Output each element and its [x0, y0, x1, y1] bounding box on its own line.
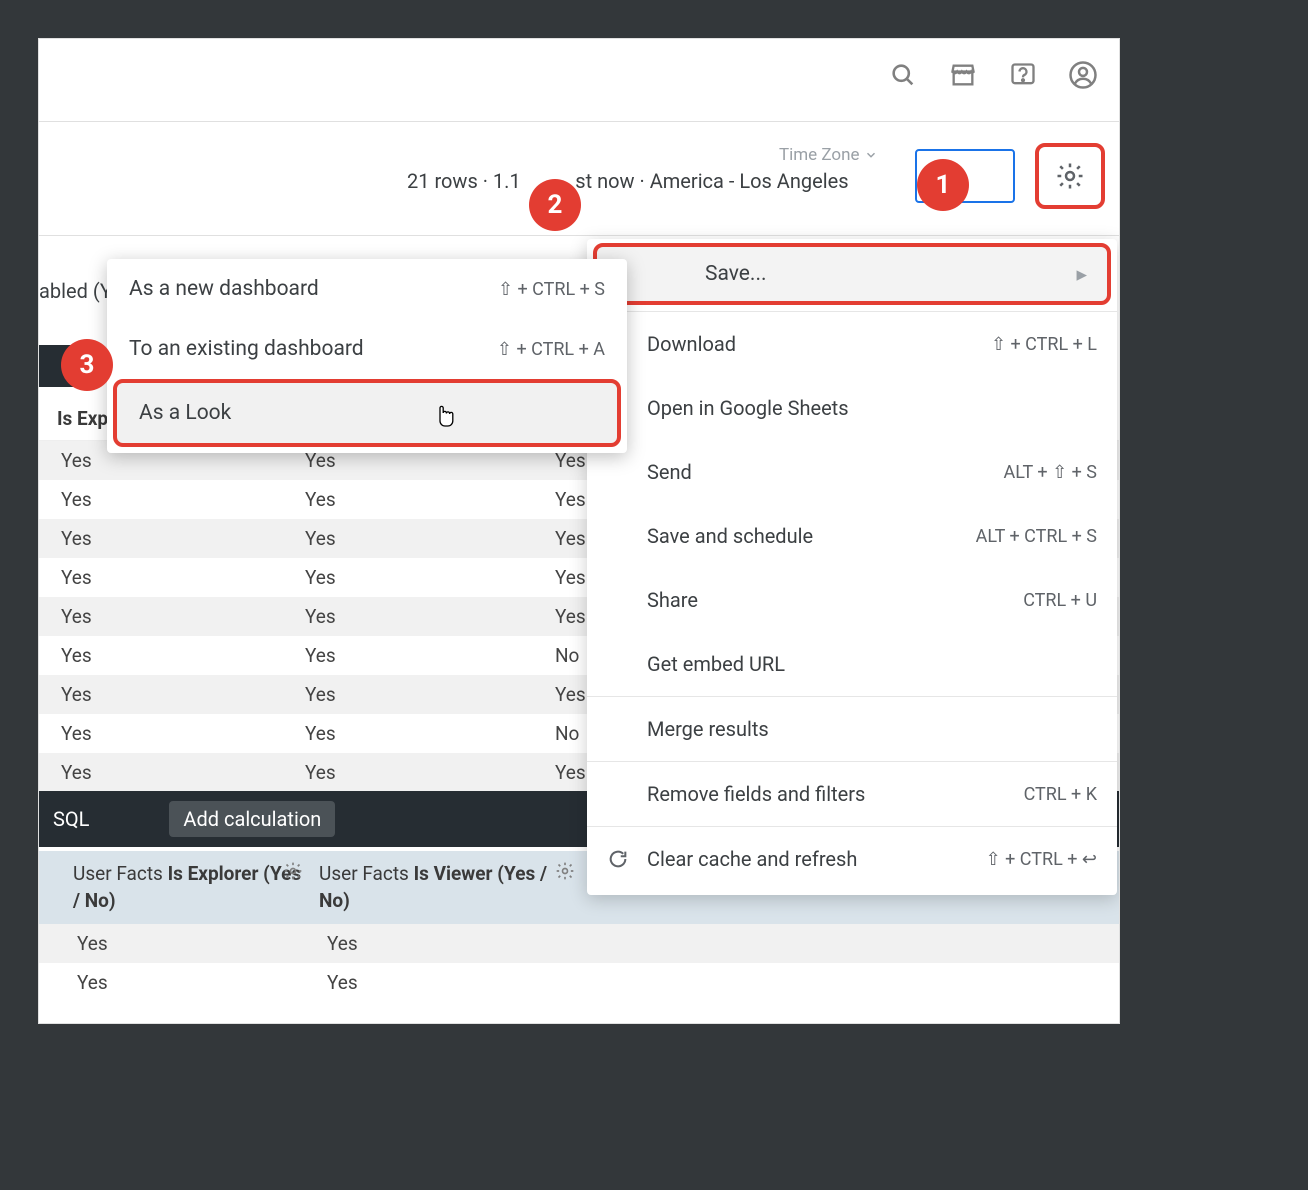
pointer-cursor-icon [433, 401, 457, 427]
menu-item-embed[interactable]: Get embed URL [587, 632, 1117, 696]
t2c2-prefix: User Facts [319, 862, 414, 885]
table2-body: YesYesYesYes [39, 924, 1119, 1002]
header-bottom-border [39, 235, 1119, 236]
existing-dash-shortcut: ⇧ + CTRL + A [497, 339, 605, 360]
save-schedule-shortcut: ALT + CTRL + S [976, 526, 1097, 547]
timezone-label-text: Time Zone [779, 145, 860, 165]
callout-2: 2 [529, 179, 581, 231]
new-dash-shortcut: ⇧ + CTRL + S [498, 279, 605, 300]
menu-item-merge[interactable]: Merge results [587, 697, 1117, 761]
table-row: YesYes [39, 924, 1119, 963]
table-row: YesYes [39, 963, 1119, 1002]
marketplace-icon[interactable] [947, 59, 979, 91]
chevron-right-icon: ▸ [1076, 262, 1087, 287]
header-divider [39, 121, 1119, 122]
menu-item-share[interactable]: Share CTRL + U [587, 568, 1117, 632]
app-window: Time Zone 21 rows · 1.1 st now · America… [38, 38, 1120, 1024]
remove-fields-label: Remove fields and filters [647, 782, 1024, 806]
clear-cache-shortcut: ⇧ + CTRL + ↩ [986, 849, 1097, 870]
gear-menu: Save... ▸ Download ⇧ + CTRL + L Open in … [587, 239, 1117, 895]
menu-item-save[interactable]: Save... ▸ [593, 243, 1111, 305]
submenu-existing-dashboard[interactable]: To an existing dashboard ⇧ + CTRL + A [107, 319, 627, 379]
as-look-label: As a Look [139, 401, 231, 425]
callout-3: 3 [61, 339, 113, 391]
bg-partial-text: abled (Y [39, 279, 112, 303]
callout-2-num: 2 [548, 190, 563, 220]
menu-item-send[interactable]: Send ALT + ⇧ + S [587, 440, 1117, 504]
status-rows: 21 rows · 1.1 [407, 169, 521, 193]
status-region: America - Los Angeles [650, 169, 849, 193]
submenu-new-dashboard[interactable]: As a new dashboard ⇧ + CTRL + S [107, 259, 627, 319]
sql-tab[interactable]: SQL [53, 807, 89, 831]
save-submenu: As a new dashboard ⇧ + CTRL + S To an ex… [107, 259, 627, 453]
merge-label: Merge results [647, 717, 1097, 741]
menu-item-googlesheets[interactable]: Open in Google Sheets [587, 376, 1117, 440]
sheets-label: Open in Google Sheets [647, 396, 1097, 420]
new-dash-label: As a new dashboard [129, 277, 319, 301]
share-shortcut: CTRL + U [1023, 590, 1097, 611]
save-label: Save... [705, 262, 767, 286]
menu-item-clear-cache[interactable]: Clear cache and refresh ⇧ + CTRL + ↩ [587, 827, 1117, 891]
gear-icon [1055, 161, 1085, 191]
download-label: Download [647, 332, 991, 356]
submenu-as-look[interactable]: As a Look [113, 379, 621, 447]
search-icon[interactable] [887, 59, 919, 91]
timezone-dropdown[interactable]: Time Zone [779, 145, 878, 165]
t2-col1: User Facts Is Explorer (Yes / No) [39, 851, 311, 924]
top-icon-bar [887, 59, 1099, 91]
chevron-down-icon [864, 148, 878, 162]
send-label: Send [647, 460, 1004, 484]
share-label: Share [647, 588, 1023, 612]
help-icon[interactable] [1007, 59, 1039, 91]
menu-item-remove-fields[interactable]: Remove fields and filters CTRL + K [587, 762, 1117, 826]
status-mid: st now · [575, 169, 649, 193]
menu-item-download[interactable]: Download ⇧ + CTRL + L [587, 312, 1117, 376]
callout-3-num: 3 [80, 350, 95, 380]
save-schedule-label: Save and schedule [647, 524, 976, 548]
existing-dash-label: To an existing dashboard [129, 337, 364, 361]
clear-cache-label: Clear cache and refresh [647, 847, 986, 871]
gear-button[interactable] [1035, 143, 1105, 209]
add-calculation-button[interactable]: Add calculation [169, 801, 335, 837]
t2c1-prefix: User Facts [73, 862, 168, 885]
status-text: 21 rows · 1.1 st now · America - Los Ang… [407, 169, 849, 193]
gear-icon[interactable] [283, 861, 303, 881]
embed-label: Get embed URL [647, 652, 1097, 676]
refresh-icon [607, 848, 647, 870]
remove-fields-shortcut: CTRL + K [1024, 784, 1097, 805]
gear-icon[interactable] [555, 861, 575, 881]
callout-1-num: 1 [936, 170, 951, 200]
account-icon[interactable] [1067, 59, 1099, 91]
download-shortcut: ⇧ + CTRL + L [991, 334, 1097, 355]
t2-col2: User Facts Is Viewer (Yes / No) [311, 851, 583, 924]
callout-1: 1 [917, 159, 969, 211]
send-shortcut: ALT + ⇧ + S [1004, 462, 1097, 483]
menu-item-save-schedule[interactable]: Save and schedule ALT + CTRL + S [587, 504, 1117, 568]
